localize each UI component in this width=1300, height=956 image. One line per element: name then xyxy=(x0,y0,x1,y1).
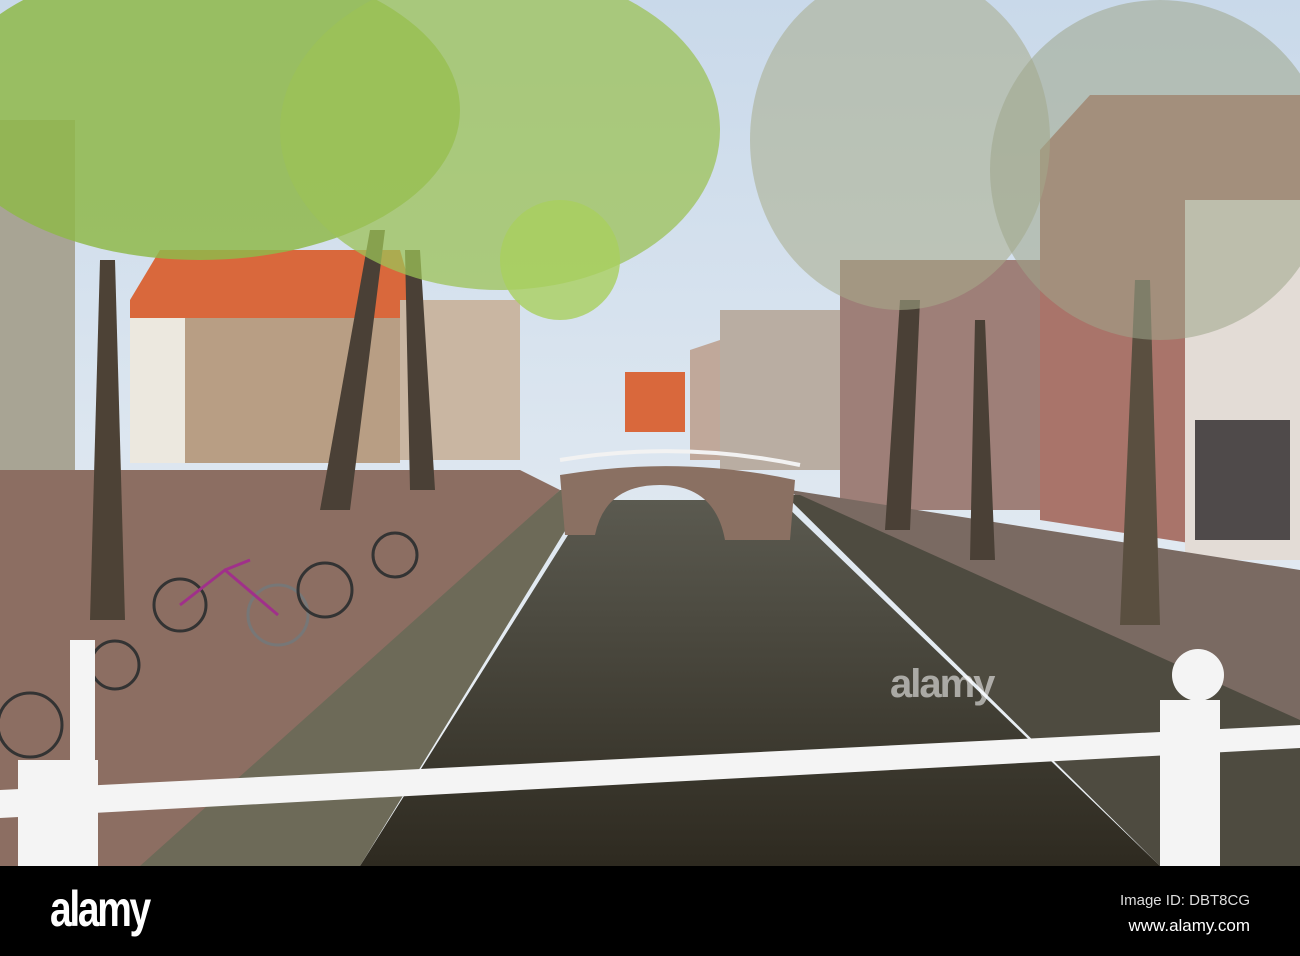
photo-frame: alamy alamy Image ID: DBT8CG www.alamy.c… xyxy=(0,0,1300,956)
watermark-url: www.alamy.com xyxy=(1128,916,1250,935)
watermark-logo: alamy xyxy=(890,662,995,706)
watermark-footer: alamy Image ID: DBT8CG www.alamy.com xyxy=(0,866,1300,956)
alamy-logo: alamy xyxy=(50,881,151,937)
canal-photo xyxy=(0,0,1300,866)
image-id: Image ID: DBT8CG xyxy=(1119,892,1250,909)
